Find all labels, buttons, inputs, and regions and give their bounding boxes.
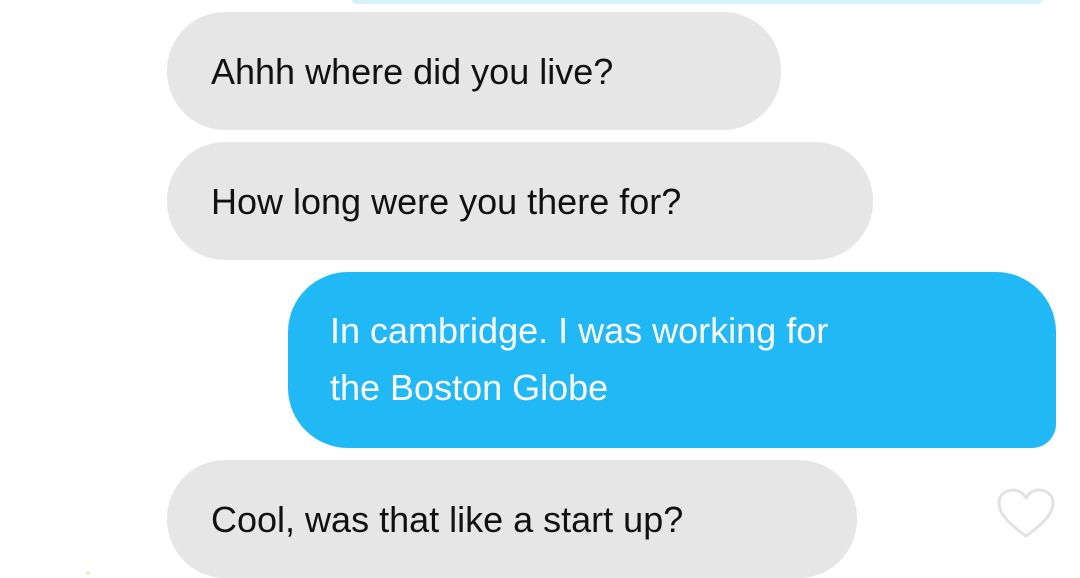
message-text: How long were you there for? <box>211 180 682 222</box>
message-text-line: the Boston Globe <box>330 367 609 408</box>
message-text: Cool, was that like a start up? <box>211 498 684 540</box>
received-message-bubble[interactable]: How long were you there for? <box>167 142 873 260</box>
message-text-line: In cambridge. I was working for <box>330 310 829 351</box>
message-text: Ahhh where did you live? <box>211 50 614 92</box>
heart-outline-shape <box>997 488 1055 538</box>
received-message-bubble[interactable]: Ahhh where did you live? <box>167 12 781 130</box>
previous-sent-bubble-edge <box>352 0 1042 4</box>
stray-speck <box>86 571 90 575</box>
chat-thread: Ahhh where did you live? How long were y… <box>0 0 1080 578</box>
received-message-bubble[interactable]: Cool, was that like a start up? <box>167 460 857 578</box>
sent-message-bubble[interactable]: In cambridge. I was working for the Bost… <box>288 272 1056 448</box>
heart-outline-icon[interactable] <box>997 488 1055 540</box>
